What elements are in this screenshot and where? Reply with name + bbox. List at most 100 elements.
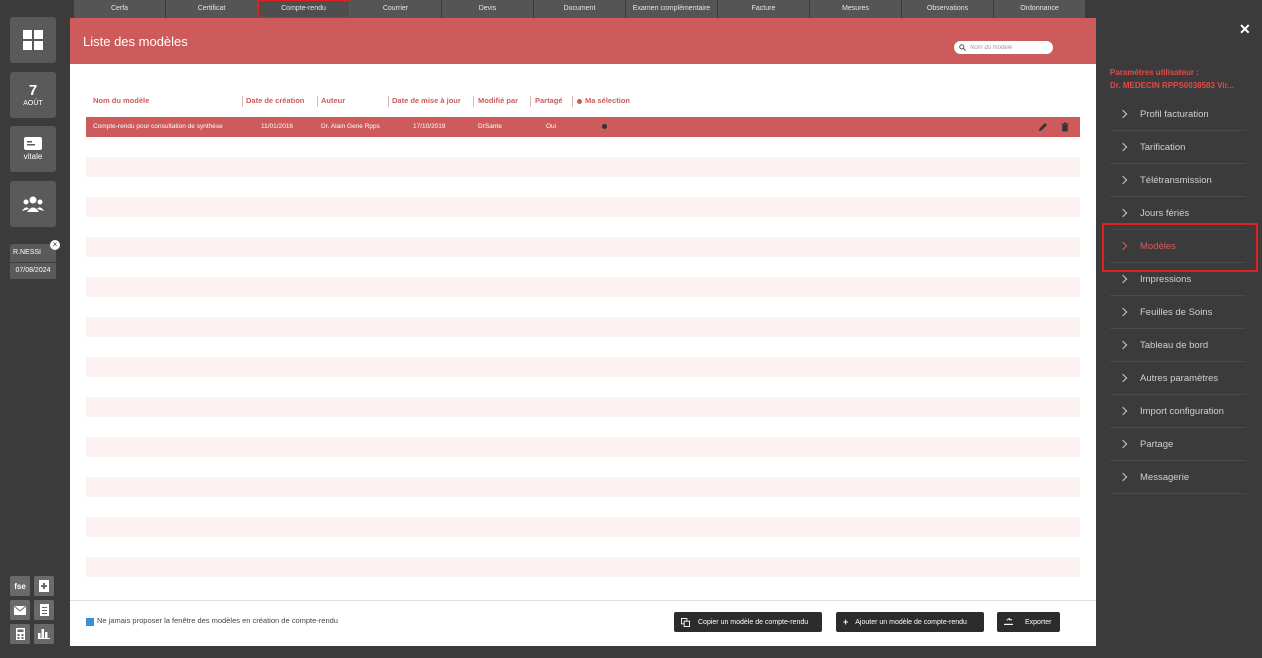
- table-row-empty: [86, 577, 1080, 597]
- close-icon[interactable]: ✕: [1239, 21, 1251, 38]
- calculator-button[interactable]: [10, 624, 30, 644]
- selection-toggle-icon[interactable]: [602, 124, 607, 129]
- menu-item-label: Autres paramètres: [1140, 372, 1219, 384]
- chevron-right-icon: [1118, 208, 1128, 218]
- document-tabs: Cerfa Certificat Compte-rendu Courrier D…: [74, 0, 1086, 19]
- tab-facture[interactable]: Facture: [718, 0, 810, 18]
- export-button[interactable]: Exporter: [997, 612, 1060, 632]
- calendar-day: 7: [28, 81, 38, 99]
- cell-updated: 17/10/2019: [413, 123, 446, 130]
- modal-title: Liste des modèles: [83, 34, 188, 49]
- cell-created: 11/01/2016: [261, 123, 294, 130]
- tab-cerfa[interactable]: Cerfa: [74, 0, 166, 18]
- table-row-empty: [86, 497, 1080, 517]
- table-row-empty: [86, 477, 1080, 497]
- medical-doc-icon: [39, 580, 49, 592]
- table-row-empty: [86, 297, 1080, 317]
- menu-item-partage[interactable]: Partage: [1110, 428, 1246, 461]
- search-box[interactable]: [954, 41, 1053, 54]
- cell-modified-by: DrSante: [478, 123, 502, 130]
- search-input[interactable]: [970, 44, 1050, 51]
- tab-compte-rendu[interactable]: Compte-rendu: [257, 0, 351, 19]
- team-button[interactable]: [10, 181, 56, 227]
- cell-name: Compte-rendu pour consultation de synthè…: [93, 123, 223, 130]
- col-shared[interactable]: Partagé: [535, 96, 563, 105]
- table-row-empty: [86, 217, 1080, 237]
- chevron-right-icon: [1118, 274, 1128, 284]
- menu-item-messagerie[interactable]: Messagerie: [1110, 461, 1246, 494]
- stats-button[interactable]: [34, 624, 54, 644]
- calendar-button[interactable]: 7 AOÛT: [10, 72, 56, 118]
- tab-certificat[interactable]: Certificat: [166, 0, 258, 18]
- tab-devis[interactable]: Devis: [442, 0, 534, 18]
- menu-item-label: Feuilles de Soins: [1140, 306, 1213, 318]
- medical-file-button[interactable]: [34, 576, 54, 596]
- document-button[interactable]: [34, 600, 54, 620]
- table-row-empty: [86, 197, 1080, 217]
- settings-menu: Profil facturation Tarification Télétran…: [1110, 98, 1246, 494]
- calendar-month: AOÛT: [23, 99, 43, 107]
- menu-item-label: Impressions: [1140, 273, 1192, 285]
- tab-ordonnance[interactable]: Ordonnance: [994, 0, 1086, 18]
- copy-template-button[interactable]: Copier un modèle de compte-rendu: [674, 612, 822, 632]
- menu-item-label: Profil facturation: [1140, 108, 1209, 120]
- close-patient-icon[interactable]: ×: [50, 240, 60, 250]
- table-row-empty: [86, 517, 1080, 537]
- menu-item-teletransmission[interactable]: Télétransmission: [1110, 164, 1246, 197]
- modal-header: Liste des modèles: [70, 18, 1096, 64]
- menu-item-tarification[interactable]: Tarification: [1110, 131, 1246, 164]
- chevron-right-icon: [1118, 307, 1128, 317]
- envelope-icon: [14, 605, 26, 615]
- patient-card[interactable]: R.NESSI 07/08/2024 ×: [10, 240, 60, 280]
- table-row-empty: [86, 397, 1080, 417]
- menu-item-tableau-de-bord[interactable]: Tableau de bord: [1110, 329, 1246, 362]
- chevron-right-icon: [1118, 340, 1128, 350]
- dashboard-button[interactable]: [10, 17, 56, 63]
- edit-icon[interactable]: [1038, 122, 1048, 132]
- add-template-button[interactable]: + Ajouter un modèle de compte-rendu: [836, 612, 984, 632]
- table-row-empty: [86, 257, 1080, 277]
- user-settings-title: Paramètres utilisateur : Dr. MEDECIN RPP…: [1110, 66, 1234, 92]
- chevron-right-icon: [1118, 439, 1128, 449]
- menu-item-label: Jours fériés: [1140, 207, 1190, 219]
- left-sidebar: 7 AOÛT vitale R.NESSI 07/08/2024 × fse: [0, 0, 66, 658]
- chevron-right-icon: [1118, 109, 1128, 119]
- tab-observations[interactable]: Observations: [902, 0, 994, 18]
- menu-item-feuilles-de-soins[interactable]: Feuilles de Soins: [1110, 296, 1246, 329]
- tab-mesures[interactable]: Mesures: [810, 0, 902, 18]
- col-name[interactable]: Nom du modèle: [93, 96, 149, 105]
- cell-shared: Oui: [546, 123, 557, 130]
- menu-item-autres-parametres[interactable]: Autres paramètres: [1110, 362, 1246, 395]
- document-icon: [39, 604, 49, 616]
- mail-button[interactable]: [10, 600, 30, 620]
- col-modified-by[interactable]: Modifié par: [478, 96, 518, 105]
- col-created[interactable]: Date de création: [246, 96, 304, 105]
- tab-examen-complementaire[interactable]: Examen complémentaire: [626, 0, 718, 18]
- col-selection[interactable]: Ma sélection: [577, 96, 630, 105]
- table-row[interactable]: Compte-rendu pour consultation de synthè…: [86, 117, 1080, 137]
- col-separator: [572, 96, 573, 107]
- fse-label: fse: [14, 581, 26, 591]
- menu-item-import-configuration[interactable]: Import configuration: [1110, 395, 1246, 428]
- group-icon: [22, 196, 44, 212]
- never-show-checkbox[interactable]: [86, 618, 94, 626]
- col-author[interactable]: Auteur: [321, 96, 345, 105]
- table-row-empty: [86, 557, 1080, 577]
- chevron-right-icon: [1118, 175, 1128, 185]
- table-row-empty: [86, 277, 1080, 297]
- templates-modal: Liste des modèles Nom du modèle Date de …: [70, 18, 1096, 646]
- vitale-button[interactable]: vitale: [10, 126, 56, 172]
- menu-item-label: Télétransmission: [1140, 174, 1212, 186]
- col-separator: [473, 96, 474, 107]
- tab-document[interactable]: Document: [534, 0, 626, 18]
- table-row-empty: [86, 357, 1080, 377]
- tab-courrier[interactable]: Courrier: [350, 0, 442, 18]
- trash-icon[interactable]: [1060, 122, 1070, 132]
- menu-item-profil-facturation[interactable]: Profil facturation: [1110, 98, 1246, 131]
- export-label: Exporter: [1025, 618, 1052, 626]
- menu-item-label: Import configuration: [1140, 405, 1224, 417]
- col-updated[interactable]: Date de mise à jour: [392, 96, 461, 105]
- patient-name: R.NESSI: [10, 244, 56, 262]
- fse-button[interactable]: fse: [10, 576, 30, 596]
- search-icon: [959, 44, 966, 51]
